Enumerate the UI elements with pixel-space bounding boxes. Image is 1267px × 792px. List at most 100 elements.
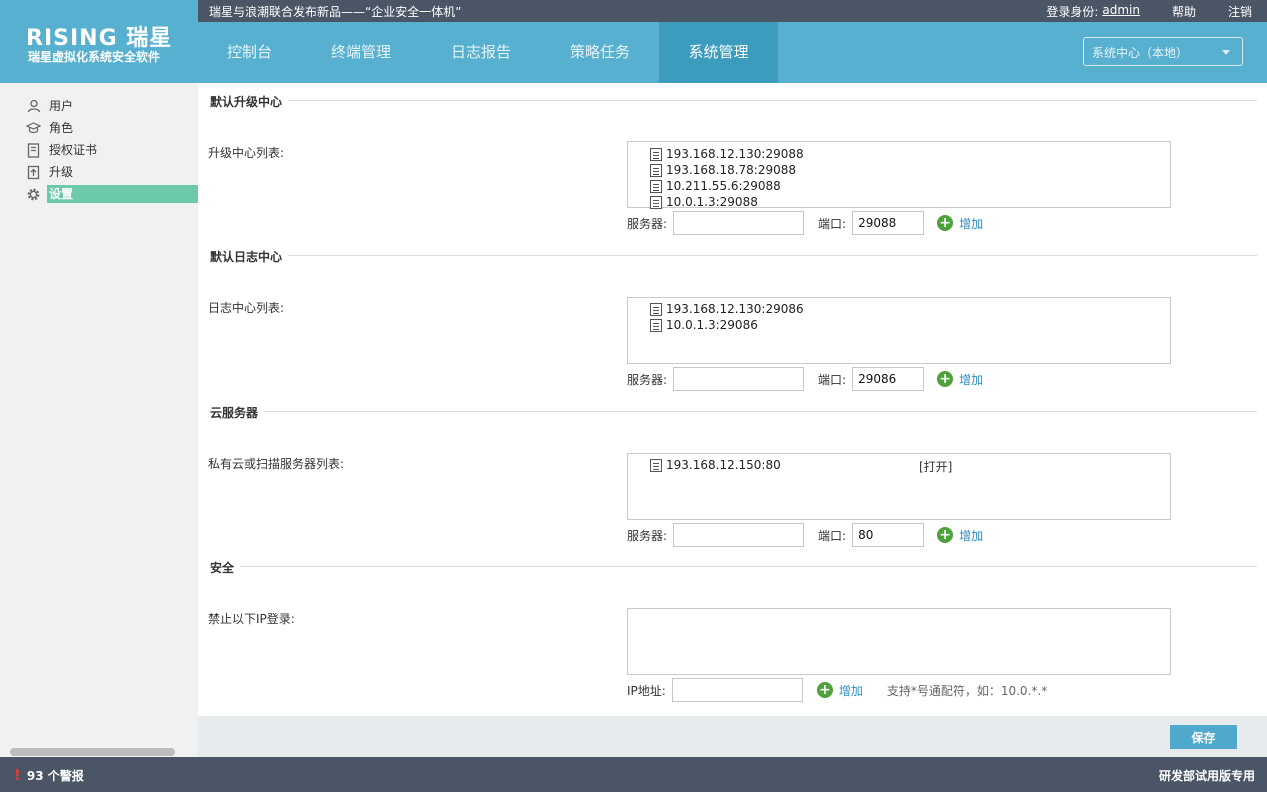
list-item[interactable]: 193.168.12.130:29088	[650, 146, 804, 162]
section-divider	[210, 100, 1257, 101]
sidebar-item-settings[interactable]: 设置	[26, 185, 198, 203]
log-server-input[interactable]	[673, 367, 805, 391]
port-label: 端口:	[818, 216, 847, 231]
list-item[interactable]: 193.168.18.78:29088	[650, 162, 796, 178]
plus-icon: +	[937, 527, 954, 543]
logout-link[interactable]: 注销	[1228, 3, 1252, 20]
security-add-row: IP地址: + 增加 支持*号通配符，如：10.0.*.*	[627, 678, 1047, 702]
cloud-add-button[interactable]: + 增加	[937, 527, 983, 544]
server-icon	[650, 458, 662, 472]
top-bar: 瑞星与浪潮联合发布新品——“企业安全一体机” 登录身份: admin 帮助 注销	[198, 0, 1267, 22]
server-icon	[650, 179, 662, 193]
list-item[interactable]: 193.168.12.150:80	[650, 457, 781, 473]
sidebar-item-label: 角色	[49, 121, 74, 135]
tab-terminal[interactable]: 终端管理	[301, 22, 421, 83]
sidebar-scrollbar[interactable]	[10, 748, 175, 756]
sidebar-item-users[interactable]: 用户	[26, 97, 198, 115]
log-center-list[interactable]: 193.168.12.130:29086 10.0.1.3:29086	[627, 297, 1171, 364]
server-label: 服务器:	[627, 216, 668, 231]
sidebar-item-label: 用户	[49, 99, 74, 113]
cloud-add-row: 服务器: 端口: +增加	[627, 523, 983, 547]
cloud-server-input[interactable]	[673, 523, 805, 547]
upgrade-list-label: 升级中心列表:	[208, 146, 285, 160]
open-link[interactable]: [打开]	[919, 458, 952, 475]
graduation-cap-icon	[26, 121, 41, 136]
list-item[interactable]: 10.0.1.3:29088	[650, 194, 758, 210]
log-add-row: 服务器: 端口: +增加	[627, 367, 983, 391]
user-icon	[26, 99, 41, 114]
alarm-count: 93 个警报	[26, 768, 84, 783]
center-select[interactable]: 系统中心（本地）	[1083, 37, 1243, 66]
section-title-security: 安全	[210, 559, 241, 576]
sidebar-item-label: 升级	[49, 165, 74, 179]
ip-label: IP地址:	[627, 683, 666, 698]
upgrade-add-row: 服务器: 端口: +增加	[627, 211, 983, 235]
logo-subtitle: 瑞星虚拟化系统安全软件	[28, 50, 161, 64]
cloud-server-list[interactable]: 193.168.12.150:80 [打开]	[627, 453, 1171, 520]
main-nav: 控制台 终端管理 日志报告 策略任务 系统管理 系统中心（本地）	[198, 22, 1267, 83]
section-divider	[210, 566, 1257, 567]
sidebar-item-label: 设置	[47, 185, 198, 203]
section-title-log: 默认日志中心	[210, 248, 289, 265]
blocked-ip-list[interactable]	[627, 608, 1171, 675]
login-label: 登录身份:	[1046, 5, 1099, 19]
help-link[interactable]: 帮助	[1172, 3, 1196, 20]
sidebar-item-label: 授权证书	[49, 143, 98, 157]
ip-address-input[interactable]	[671, 678, 803, 702]
upgrade-port-input[interactable]	[852, 211, 925, 235]
list-item[interactable]: 10.0.1.3:29086	[650, 317, 758, 333]
sidebar-item-roles[interactable]: 角色	[26, 119, 198, 137]
server-icon	[650, 302, 662, 316]
list-item[interactable]: 10.211.55.6:29088	[650, 178, 781, 194]
plus-icon: +	[937, 215, 954, 231]
top-bar-actions: 登录身份: admin 帮助 注销	[1038, 3, 1252, 20]
blocked-ip-label: 禁止以下IP登录:	[208, 612, 295, 626]
center-select-value: 系统中心（本地）	[1092, 46, 1189, 60]
section-title-cloud: 云服务器	[210, 404, 265, 421]
wildcard-hint: 支持*号通配符，如：10.0.*.*	[886, 683, 1048, 698]
alarm-indicator[interactable]: ! 93 个警报	[14, 766, 84, 784]
log-add-button[interactable]: + 增加	[937, 371, 983, 388]
list-item[interactable]: 193.168.12.130:29086	[650, 301, 804, 317]
save-button[interactable]: 保存	[1170, 725, 1237, 749]
user-link[interactable]: admin	[1102, 3, 1140, 20]
server-icon	[650, 318, 662, 332]
upgrade-center-list[interactable]: 193.168.12.130:29088 193.168.18.78:29088…	[627, 141, 1171, 210]
port-label: 端口:	[818, 372, 847, 387]
section-divider	[210, 411, 1257, 412]
server-icon	[650, 147, 662, 161]
server-label: 服务器:	[627, 528, 668, 543]
server-label: 服务器:	[627, 372, 668, 387]
sidebar-item-certificate[interactable]: 授权证书	[26, 141, 198, 159]
plus-icon: +	[937, 371, 954, 387]
sidebar-item-upgrade[interactable]: 升级	[26, 163, 198, 181]
upgrade-server-input[interactable]	[673, 211, 805, 235]
sidebar: 用户 角色 授权证书 升级 设置	[0, 83, 198, 757]
certificate-icon	[26, 142, 41, 158]
tab-policy[interactable]: 策略任务	[541, 22, 659, 83]
section-title-upgrade: 默认升级中心	[210, 93, 289, 110]
upgrade-add-button[interactable]: + 增加	[937, 215, 983, 232]
server-icon	[650, 195, 662, 209]
news-ticker[interactable]: 瑞星与浪潮联合发布新品——“企业安全一体机”	[209, 3, 461, 20]
gear-icon	[26, 187, 41, 202]
tab-log-report[interactable]: 日志报告	[421, 22, 541, 83]
log-port-input[interactable]	[852, 367, 925, 391]
upgrade-icon	[26, 165, 41, 180]
tab-system[interactable]: 系统管理	[659, 22, 778, 83]
chevron-down-icon	[1222, 50, 1230, 55]
edition-label: 研发部试用版专用	[1158, 769, 1255, 783]
section-divider	[210, 255, 1257, 256]
tab-console[interactable]: 控制台	[198, 22, 301, 83]
server-icon	[650, 163, 662, 177]
ip-add-button[interactable]: + 增加	[816, 682, 863, 699]
log-list-label: 日志中心列表:	[208, 301, 285, 315]
plus-icon: +	[816, 682, 833, 698]
alert-icon: !	[14, 766, 21, 784]
cloud-port-input[interactable]	[852, 523, 925, 547]
action-bar: 保存	[198, 716, 1267, 757]
settings-panel: 默认升级中心 升级中心列表: 193.168.12.130:29088 193.…	[198, 83, 1267, 716]
status-bar: ! 93 个警报 研发部试用版专用	[0, 757, 1267, 792]
cloud-list-label: 私有云或扫描服务器列表:	[208, 457, 345, 471]
brand-logo: RISING 瑞星 瑞星虚拟化系统安全软件	[0, 0, 198, 83]
